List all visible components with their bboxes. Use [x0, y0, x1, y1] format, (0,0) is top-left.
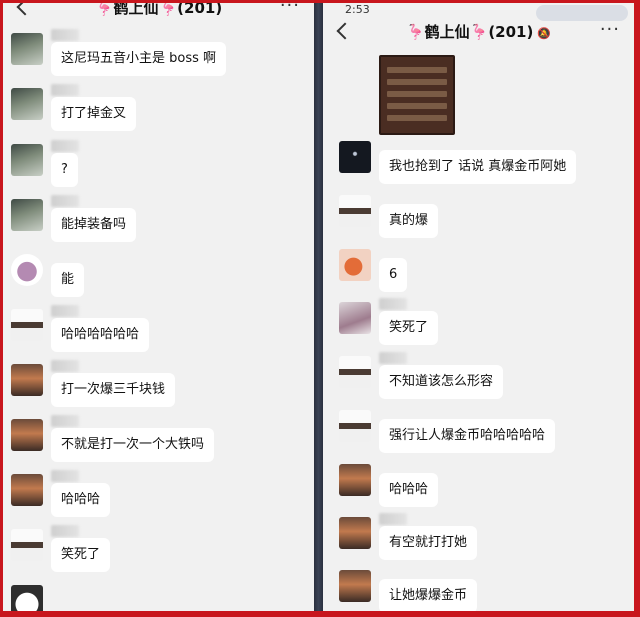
message-row [3, 585, 314, 611]
sender-name-blurred [51, 195, 79, 207]
message-row: 不知道该怎么形容 [323, 352, 634, 404]
avatar[interactable] [11, 144, 43, 176]
avatar[interactable] [339, 517, 371, 549]
sender-name-blurred [51, 415, 79, 427]
message-bubble[interactable]: ? [51, 153, 78, 187]
avatar[interactable] [339, 570, 371, 602]
message-bubble[interactable]: 6 [379, 258, 408, 292]
message-row: 这尼玛五音小主是 boss 啊 [3, 29, 314, 81]
message-row: 哈哈哈 [3, 470, 314, 522]
message-bubble[interactable]: 这尼玛五音小主是 boss 啊 [51, 42, 227, 76]
message-row: 能 [3, 254, 314, 302]
sender-name-blurred [51, 305, 79, 317]
sender-name-blurred [51, 360, 79, 372]
message-row: 哈哈哈哈哈哈 [3, 305, 314, 357]
right-header: 🦩鹤上仙🦩(201) 🔕 ··· [323, 3, 634, 49]
message-bubble[interactable]: 能 [51, 263, 85, 297]
avatar[interactable] [339, 141, 371, 173]
message-row: 真的爆 [323, 195, 634, 243]
crane-emoji-icon: 🦩 [94, 3, 114, 17]
avatar[interactable] [11, 309, 43, 341]
avatar[interactable] [11, 474, 43, 506]
avatar[interactable] [11, 88, 43, 120]
more-options-icon[interactable]: ··· [600, 19, 620, 40]
avatar[interactable] [11, 585, 43, 611]
sender-name-blurred [51, 525, 79, 537]
crane-emoji-icon: 🦩 [469, 23, 489, 41]
avatar[interactable] [339, 356, 371, 388]
message-bubble[interactable]: 哈哈哈哈哈哈 [51, 318, 150, 352]
group-name: 鹤上仙 [424, 23, 470, 41]
message-row: 能掉装备吗 [3, 195, 314, 247]
message-bubble[interactable]: 打了掉金叉 [51, 97, 137, 131]
message-row: 有空就打打她 [323, 513, 634, 565]
right-chat-panel: 2:53 🦩鹤上仙🦩(201) 🔕 ··· 我也抢到了 话说 真爆金币阿她 真的爆… [323, 3, 634, 611]
sender-name-blurred [51, 470, 79, 482]
member-count: (201) [488, 23, 534, 41]
avatar[interactable] [11, 419, 43, 451]
message-bubble[interactable]: 不就是打一次一个大铁吗 [51, 428, 215, 462]
group-name: 鹤上仙 [113, 3, 159, 17]
left-header: 🦩鹤上仙🦩(201) ··· [3, 3, 314, 25]
message-bubble[interactable]: 真的爆 [379, 204, 439, 238]
member-count: (201) [177, 3, 223, 17]
message-bubble[interactable]: 笑死了 [51, 538, 111, 572]
avatar[interactable] [339, 249, 371, 281]
message-row: 笑死了 [3, 525, 314, 577]
message-bubble[interactable]: 能掉装备吗 [51, 208, 137, 242]
crane-emoji-icon: 🦩 [405, 23, 425, 41]
sender-name-blurred [51, 140, 79, 152]
right-chat-title: 🦩鹤上仙🦩(201) 🔕 [323, 21, 634, 42]
message-bubble[interactable]: 我也抢到了 话说 真爆金币阿她 [379, 150, 577, 184]
message-row: 6 [323, 249, 634, 297]
mute-bell-icon: 🔕 [537, 27, 552, 40]
avatar[interactable] [11, 33, 43, 65]
message-row: 强行让人爆金币哈哈哈哈哈 [323, 410, 634, 458]
crane-emoji-icon: 🦩 [158, 3, 178, 17]
panel-divider [314, 3, 323, 611]
left-chat-panel: 🦩鹤上仙🦩(201) ··· 这尼玛五音小主是 boss 啊 打了掉金叉 ? 能… [3, 3, 314, 611]
sender-name-blurred [51, 84, 79, 96]
avatar[interactable] [339, 410, 371, 442]
message-bubble[interactable]: 不知道该怎么形容 [379, 365, 504, 399]
avatar[interactable] [11, 529, 43, 561]
sender-name-blurred [51, 29, 79, 41]
message-bubble[interactable]: 笑死了 [379, 311, 439, 345]
avatar[interactable] [11, 254, 43, 286]
more-options-icon[interactable]: ··· [280, 3, 300, 16]
message-row: 打了掉金叉 [3, 84, 314, 136]
message-bubble[interactable]: 让她爆爆金币 [379, 579, 478, 611]
left-chat-title: 🦩鹤上仙🦩(201) [3, 3, 314, 18]
sender-name-blurred [379, 513, 407, 525]
sender-name-blurred [379, 298, 407, 310]
message-bubble[interactable]: 有空就打打她 [379, 526, 478, 560]
message-row: 打一次爆三千块钱 [3, 360, 314, 412]
message-bubble[interactable]: 哈哈哈 [379, 473, 439, 507]
message-row: 不就是打一次一个大铁吗 [3, 415, 314, 467]
message-row: 让她爆爆金币 [323, 570, 634, 611]
game-screenshot-image[interactable] [379, 55, 455, 135]
sender-name-blurred [379, 352, 407, 364]
message-row: 我也抢到了 话说 真爆金币阿她 [323, 141, 634, 189]
message-bubble[interactable]: 哈哈哈 [51, 483, 111, 517]
message-row: ? [3, 140, 314, 192]
avatar[interactable] [11, 364, 43, 396]
message-row: 笑死了 [323, 298, 634, 350]
avatar[interactable] [11, 199, 43, 231]
message-row: 哈哈哈 [323, 464, 634, 512]
message-bubble[interactable]: 强行让人爆金币哈哈哈哈哈 [379, 419, 556, 453]
avatar[interactable] [339, 195, 371, 227]
avatar[interactable] [339, 464, 371, 496]
avatar[interactable] [339, 302, 371, 334]
message-bubble[interactable]: 打一次爆三千块钱 [51, 373, 176, 407]
